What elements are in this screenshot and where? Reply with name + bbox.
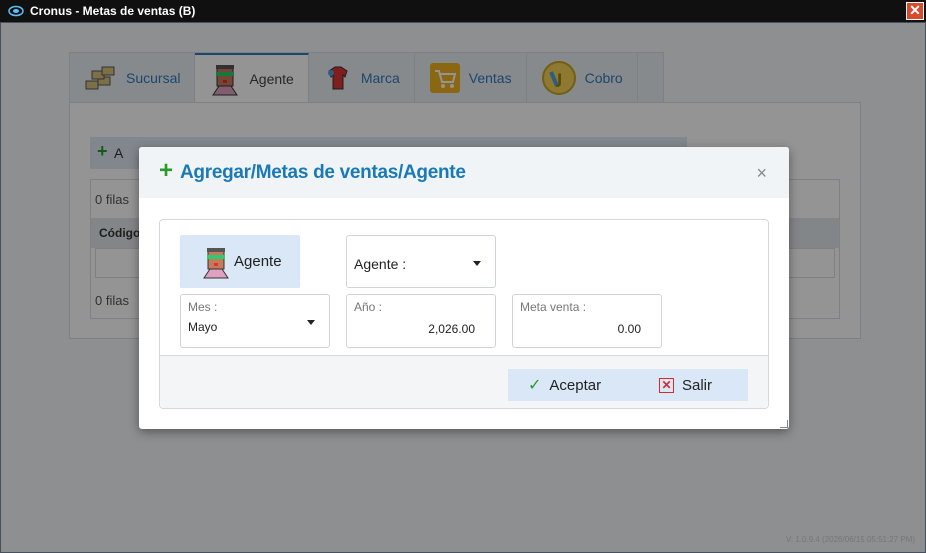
dialog-footer: ✓ Aceptar ✕ Salir [160, 355, 768, 408]
window-close-button[interactable]: ✕ [906, 2, 924, 20]
app-logo-icon [8, 5, 24, 17]
accept-label: Aceptar [549, 376, 602, 394]
dialog-header: + Agregar/Metas de ventas/Agente × [139, 147, 789, 198]
dialog-title: Agregar/Metas de ventas/Agente [180, 162, 466, 183]
exit-button[interactable]: ✕ Salir [659, 369, 712, 401]
year-field[interactable]: Año : 2,026.00 [346, 294, 496, 348]
agent-icon [203, 247, 229, 278]
sales-goal-label: Meta venta : [520, 300, 587, 314]
caret-down-icon [307, 320, 315, 325]
add-goal-dialog: + Agregar/Metas de ventas/Agente × Agent… [139, 147, 789, 429]
check-icon: ✓ [528, 377, 542, 394]
month-select[interactable]: Mes : Mayo [180, 294, 330, 348]
accept-button[interactable]: ✓ Aceptar [528, 369, 601, 401]
agent-button[interactable]: Agente [180, 235, 300, 288]
month-label: Mes : [188, 300, 218, 314]
add-icon: + [159, 157, 174, 184]
caret-down-icon [473, 261, 481, 266]
month-value: Mayo [188, 320, 218, 334]
year-label: Año : [354, 300, 383, 314]
sales-goal-field[interactable]: Meta venta : 0.00 [512, 294, 662, 348]
year-value: 2,026.00 [428, 322, 475, 336]
dialog-close-button[interactable]: × [756, 163, 767, 184]
agent-select[interactable]: Agente : [346, 235, 496, 288]
title-bar: Cronus - Metas de ventas (B) ✕ [0, 0, 926, 22]
form-fieldset: Agente Agente : Mes : Mayo Año : 2,026.0… [159, 219, 769, 409]
sales-goal-value: 0.00 [617, 322, 641, 336]
agent-button-label: Agente [234, 253, 282, 270]
window-title: Cronus - Metas de ventas (B) [30, 4, 196, 18]
exit-label: Salir [682, 376, 713, 394]
agent-select-value: Agente : [354, 256, 407, 272]
close-box-icon: ✕ [659, 377, 674, 393]
resize-grip-icon[interactable] [780, 420, 788, 428]
action-bar: ✓ Aceptar ✕ Salir [508, 369, 748, 401]
